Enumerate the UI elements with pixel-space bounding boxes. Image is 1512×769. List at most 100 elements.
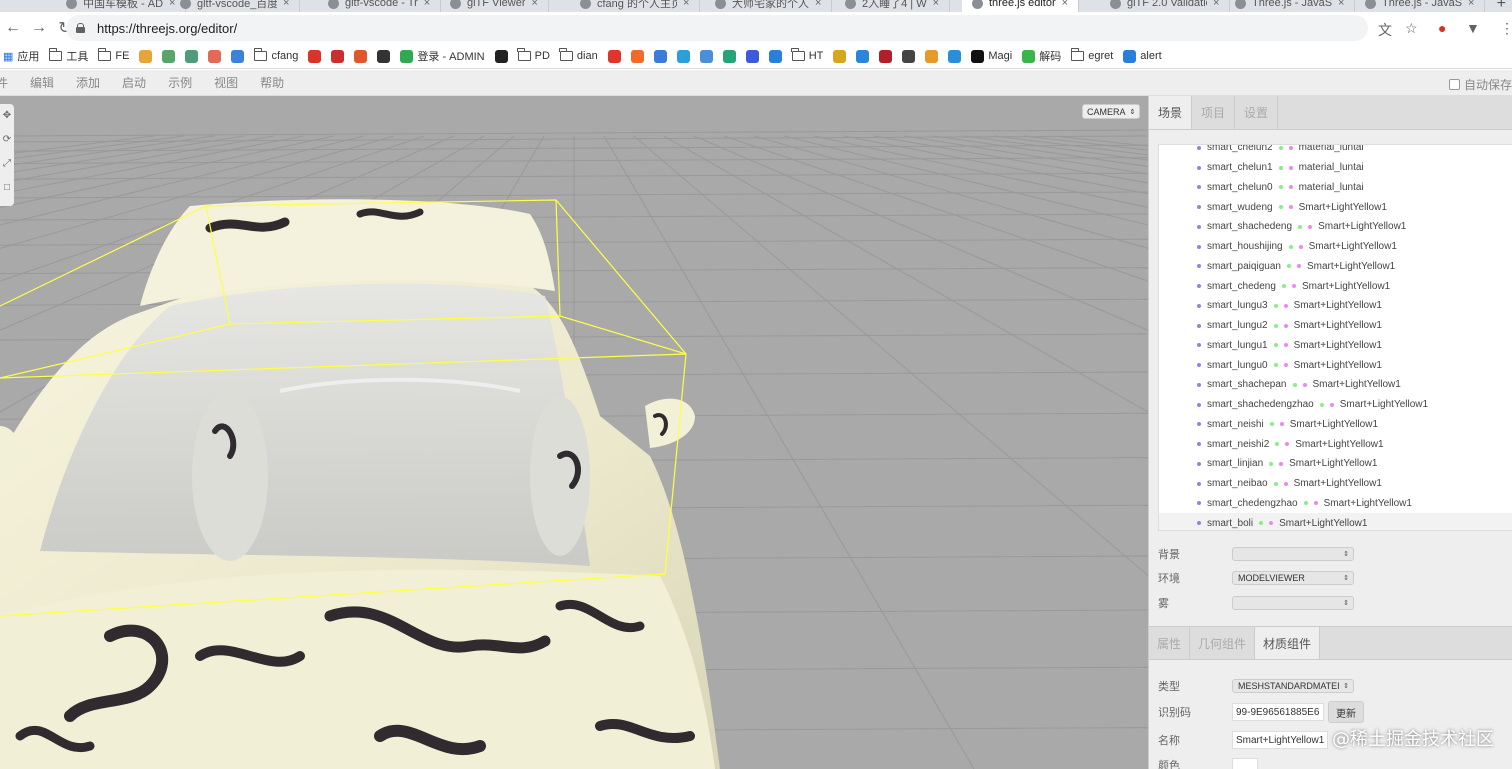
bookmark-item[interactable]	[159, 49, 178, 63]
bookmark-item[interactable]	[945, 49, 964, 63]
bookmark-item[interactable]: dian	[557, 48, 601, 62]
browser-tab[interactable]: 中国车模板 - AD ×	[56, 0, 187, 12]
outliner-row[interactable]: smart_chelun2 material_luntai	[1159, 145, 1512, 158]
3d-viewport[interactable]: ✥ ⟳ ⤢ □ CAMERA ⇕	[0, 96, 1148, 769]
outliner-row[interactable]: smart_wudeng Smart+LightYellow1	[1159, 197, 1512, 217]
outliner-row[interactable]: smart_lungu1 Smart+LightYellow1	[1159, 336, 1512, 356]
bookmark-item[interactable]: egret	[1068, 48, 1116, 62]
properties-tab[interactable]: 材质组件	[1255, 627, 1321, 659]
bookmark-item[interactable]: 解码	[1019, 48, 1064, 64]
browser-tab[interactable]: cfang 的个人主页 ×	[570, 0, 701, 12]
browser-tab[interactable]: glTF 2.0 Validatio ×	[1100, 0, 1231, 12]
bookmark-item[interactable]	[305, 49, 324, 63]
outliner-row[interactable]: smart_lungu2 Smart+LightYellow1	[1159, 316, 1512, 336]
scale-tool-icon[interactable]: ⤢	[0, 152, 14, 176]
sidebar-tab[interactable]: 项目	[1192, 96, 1236, 129]
properties-tab[interactable]: 属性	[1149, 627, 1191, 659]
material-name-input[interactable]: Smart+LightYellow1	[1232, 731, 1328, 749]
outliner-row[interactable]: smart_houshijing Smart+LightYellow1	[1159, 237, 1512, 257]
scene-outliner[interactable]: smart_chelun2 material_luntai smart_chelun…	[1158, 144, 1512, 531]
bookmark-item[interactable]: 工具	[46, 48, 91, 64]
menu-item[interactable]: 添加	[76, 74, 100, 91]
menu-item[interactable]: 件	[0, 74, 8, 91]
browser-tab[interactable]: Three.js - JavaSc ×	[1225, 0, 1356, 12]
outliner-row[interactable]: smart_chelun1 material_luntai	[1159, 158, 1512, 178]
bookmark-item[interactable]	[182, 49, 201, 63]
browser-tab[interactable]: three.js editor ×	[962, 0, 1080, 12]
browser-tab[interactable]: Three.js - JavaSc ×	[1355, 0, 1486, 12]
bookmark-item[interactable]: Magi	[968, 49, 1015, 63]
star-icon[interactable]: ☆	[1405, 20, 1418, 37]
bookmark-item[interactable]: FE	[95, 48, 132, 62]
menu-item[interactable]: 视图	[214, 74, 238, 91]
menu-item[interactable]: 示例	[168, 74, 192, 91]
back-arrow-icon[interactable]: ←	[0, 19, 26, 37]
local-space-checkbox[interactable]: □	[0, 176, 14, 200]
outliner-row[interactable]: smart_shachedeng Smart+LightYellow1	[1159, 217, 1512, 237]
bookmark-item[interactable]	[228, 49, 247, 63]
bookmark-item[interactable]	[766, 49, 785, 63]
bookmark-item[interactable]	[605, 49, 624, 63]
bookmark-item[interactable]	[136, 49, 155, 63]
bookmark-item[interactable]	[899, 49, 918, 63]
bookmark-item[interactable]	[651, 49, 670, 63]
bookmark-item[interactable]	[205, 49, 224, 63]
sidebar-tab[interactable]: 设置	[1235, 96, 1279, 129]
bookmark-item[interactable]: HT	[789, 48, 827, 62]
bookmark-item[interactable]	[697, 49, 716, 63]
outliner-row[interactable]: smart_chedengzhao Smart+LightYellow1	[1159, 494, 1512, 514]
outliner-row[interactable]: smart_lungu0 Smart+LightYellow1	[1159, 355, 1512, 375]
bookmark-item[interactable]	[720, 49, 739, 63]
rotate-tool-icon[interactable]: ⟳	[0, 128, 14, 152]
bookmark-item[interactable]	[922, 49, 941, 63]
extension-v-icon[interactable]: ▼	[1466, 20, 1480, 36]
bookmark-item[interactable]	[328, 49, 347, 63]
outliner-row[interactable]: smart_neishi Smart+LightYellow1	[1159, 415, 1512, 435]
close-icon[interactable]: ×	[424, 0, 430, 9]
outliner-row[interactable]: smart_paiqiguan Smart+LightYellow1	[1159, 257, 1512, 277]
close-icon[interactable]: ×	[283, 0, 289, 9]
outliner-row[interactable]: smart_lungu3 Smart+LightYellow1	[1159, 296, 1512, 316]
browser-tab[interactable]: 大师宅家的个人 ×	[705, 0, 833, 12]
outliner-row[interactable]: smart_chedeng Smart+LightYellow1	[1159, 276, 1512, 296]
close-icon[interactable]: ×	[1213, 0, 1219, 9]
material-type-select[interactable]: MESHSTANDARDMATEI ⇕	[1232, 679, 1354, 693]
bookmark-item[interactable]	[374, 49, 393, 63]
bookmark-item[interactable]: 登录 - ADMIN	[397, 48, 487, 64]
browser-tab[interactable]: gltf-vscode_百度 ×	[170, 0, 301, 12]
bookmark-item[interactable]	[743, 49, 762, 63]
fog-select[interactable]: ⇕	[1232, 596, 1354, 610]
close-icon[interactable]: ×	[933, 0, 939, 9]
outliner-row[interactable]: smart_shachedengzhao Smart+LightYellow1	[1159, 395, 1512, 415]
bookmark-item[interactable]	[492, 49, 511, 63]
material-uuid-input[interactable]: 99-9E96561885E6	[1232, 703, 1324, 721]
autosave-toggle[interactable]: 自动保存	[1448, 76, 1512, 93]
address-bar[interactable]: https://threejs.org/editor/	[66, 15, 1368, 41]
camera-select[interactable]: CAMERA ⇕	[1082, 104, 1141, 119]
outliner-row[interactable]: smart_neibao Smart+LightYellow1	[1159, 474, 1512, 494]
menu-item[interactable]: 编辑	[30, 74, 54, 91]
sidebar-tab[interactable]: 场景	[1149, 96, 1193, 129]
outliner-row[interactable]: smart_neishi2 Smart+LightYellow1	[1159, 434, 1512, 454]
translate-icon[interactable]: 文	[1378, 20, 1392, 40]
menu-icon[interactable]: ⋮	[1500, 20, 1512, 37]
close-icon[interactable]: ×	[815, 0, 821, 9]
bookmark-item[interactable]	[628, 49, 647, 63]
close-icon[interactable]: ×	[1468, 0, 1474, 9]
browser-tab[interactable]: 2入睡了4 | W ×	[835, 0, 951, 12]
new-tab-icon[interactable]: +	[1497, 0, 1506, 12]
environment-select[interactable]: MODELVIEWER ⇕	[1232, 571, 1354, 585]
bookmark-item[interactable]	[853, 49, 872, 63]
extension-badge-icon[interactable]: ●	[1438, 20, 1446, 36]
outliner-row[interactable]: smart_shachepan Smart+LightYellow1	[1159, 375, 1512, 395]
bookmark-item[interactable]: alert	[1120, 49, 1164, 63]
bookmark-item[interactable]: cfang	[251, 48, 301, 62]
menu-item[interactable]: 帮助	[260, 74, 284, 91]
bookmark-item[interactable]	[674, 49, 693, 63]
bookmark-item[interactable]: PD	[515, 48, 553, 62]
bookmark-item[interactable]	[876, 49, 895, 63]
outliner-row[interactable]: smart_linjian Smart+LightYellow1	[1159, 454, 1512, 474]
browser-tab[interactable]: gltf-vscode - Tr ×	[318, 0, 442, 12]
bookmark-item[interactable]: ▦ 应用	[0, 48, 42, 64]
material-color-swatch[interactable]	[1232, 758, 1258, 769]
